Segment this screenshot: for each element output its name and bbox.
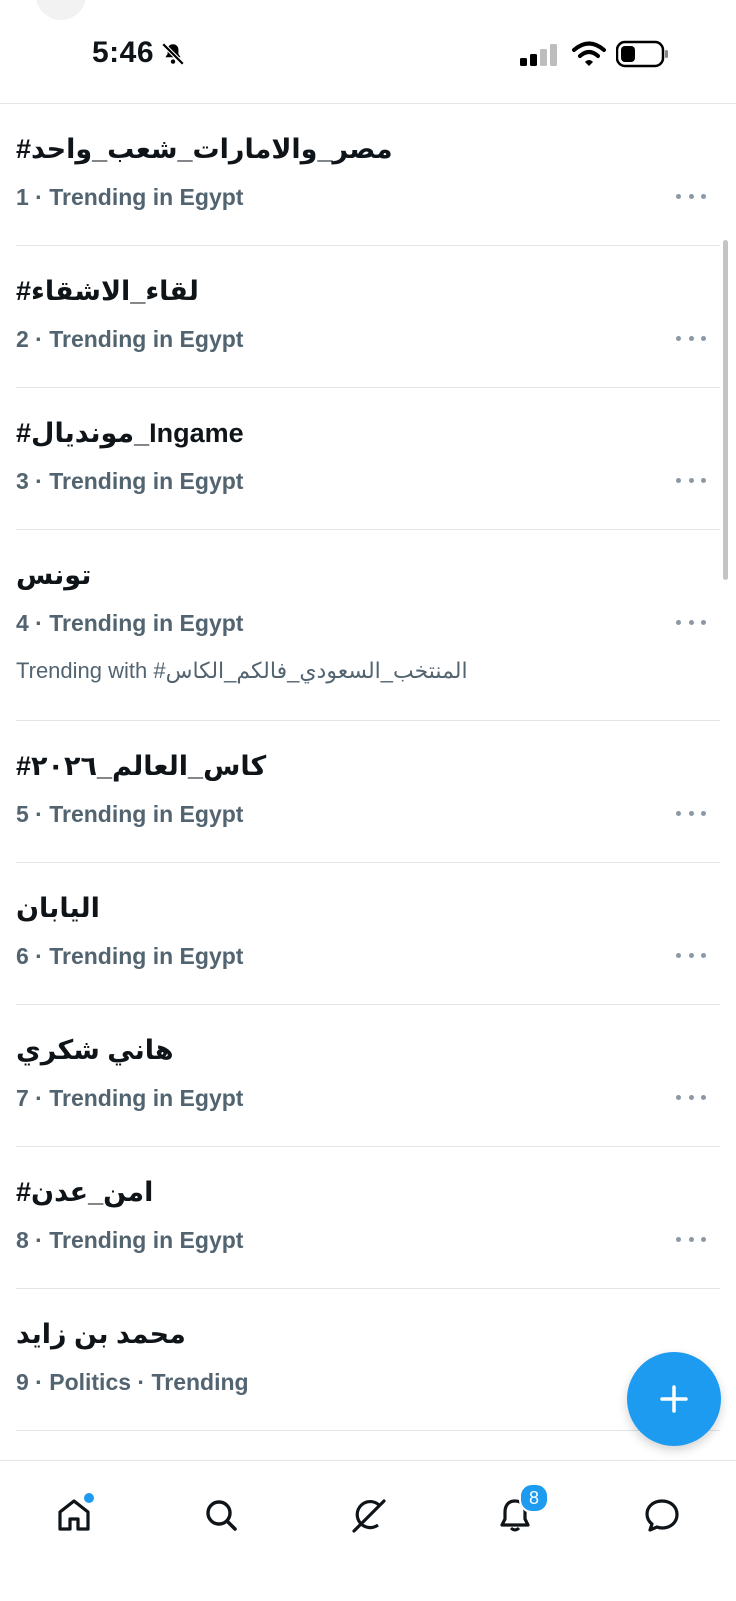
trend-item[interactable]: #كاس_العالم_٢٠٢٦ 5 · Trending in Egypt — [16, 721, 720, 863]
nav-home[interactable] — [44, 1485, 104, 1545]
nav-grok[interactable] — [338, 1485, 398, 1545]
trend-item[interactable]: تونس 4 · Trending in Egypt Trending with… — [16, 530, 720, 721]
trend-topic: #امن_عدن — [16, 1177, 154, 1207]
status-time: 5:46 — [92, 36, 155, 69]
trend-item[interactable]: اليابان 6 · Trending in Egypt — [16, 863, 720, 1005]
signal-icon — [520, 44, 557, 66]
trend-meta: 2 · Trending in Egypt — [16, 326, 244, 352]
nav-notifications[interactable]: 8 — [485, 1483, 549, 1545]
trend-item[interactable]: #مصر_والامارات_شعب_واحد 1 · Trending in … — [16, 104, 720, 246]
trending-with-text: Trending with #المنتخب_السعودي_فالكم_الك… — [16, 658, 468, 683]
grok-icon — [352, 1499, 386, 1533]
trend-topic: تونس — [16, 560, 92, 590]
trend-topic: محمد بن زايد — [16, 1319, 186, 1349]
trend-topic: #لقاء_الاشقاء — [16, 276, 199, 306]
more-options-button[interactable] — [676, 470, 706, 490]
more-options-button[interactable] — [676, 328, 706, 348]
new-content-dot — [84, 1493, 94, 1503]
bell-muted-icon — [161, 42, 185, 66]
trend-meta: 8 · Trending in Egypt — [16, 1227, 244, 1253]
trend-topic: #مونديال_Ingame — [16, 418, 244, 448]
more-options-button[interactable] — [676, 803, 706, 823]
more-options-button[interactable] — [676, 1087, 706, 1107]
trend-item[interactable]: #امن_عدن 8 · Trending in Egypt — [16, 1147, 720, 1289]
compose-button[interactable] — [627, 1352, 721, 1446]
trend-meta: 6 · Trending in Egypt — [16, 943, 244, 969]
trend-meta: 3 · Trending in Egypt — [16, 468, 244, 494]
notification-badge: 8 — [519, 1483, 549, 1513]
wifi-icon — [572, 41, 606, 66]
trend-meta: 1 · Trending in Egypt — [16, 184, 244, 210]
messages-icon — [645, 1499, 679, 1532]
trend-meta: 7 · Trending in Egypt — [16, 1085, 244, 1111]
plus-icon — [660, 1385, 688, 1413]
trend-item[interactable]: #لقاء_الاشقاء 2 · Trending in Egypt — [16, 246, 720, 388]
status-bar: 5:46 — [0, 0, 736, 104]
trend-list: #مصر_والامارات_شعب_واحد 1 · Trending in … — [0, 104, 736, 1431]
nav-messages[interactable] — [632, 1485, 692, 1545]
trend-item[interactable]: هاني شكري 7 · Trending in Egypt — [16, 1005, 720, 1147]
scrollbar[interactable] — [723, 240, 728, 580]
nav-search[interactable] — [191, 1485, 251, 1545]
trend-meta: 5 · Trending in Egypt — [16, 801, 244, 827]
bottom-nav: 8 — [0, 1460, 736, 1601]
trend-topic: اليابان — [16, 893, 100, 923]
more-options-button[interactable] — [676, 945, 706, 965]
more-options-button[interactable] — [676, 186, 706, 206]
trend-meta: 4 · Trending in Egypt — [16, 610, 244, 636]
trend-topic: هاني شكري — [16, 1035, 174, 1065]
trend-topic: #كاس_العالم_٢٠٢٦ — [16, 751, 267, 781]
avatar[interactable] — [36, 0, 86, 20]
search-icon — [206, 1500, 237, 1531]
trend-item[interactable]: #مونديال_Ingame 3 · Trending in Egypt — [16, 388, 720, 530]
more-options-button[interactable] — [676, 612, 706, 632]
trend-item[interactable]: محمد بن زايد 9 · Politics · Trending — [16, 1289, 720, 1431]
trend-topic: #مصر_والامارات_شعب_واحد — [16, 134, 393, 164]
trend-meta: 9 · Politics · Trending — [16, 1369, 249, 1395]
more-options-button[interactable] — [676, 1229, 706, 1249]
battery-icon — [616, 40, 668, 68]
